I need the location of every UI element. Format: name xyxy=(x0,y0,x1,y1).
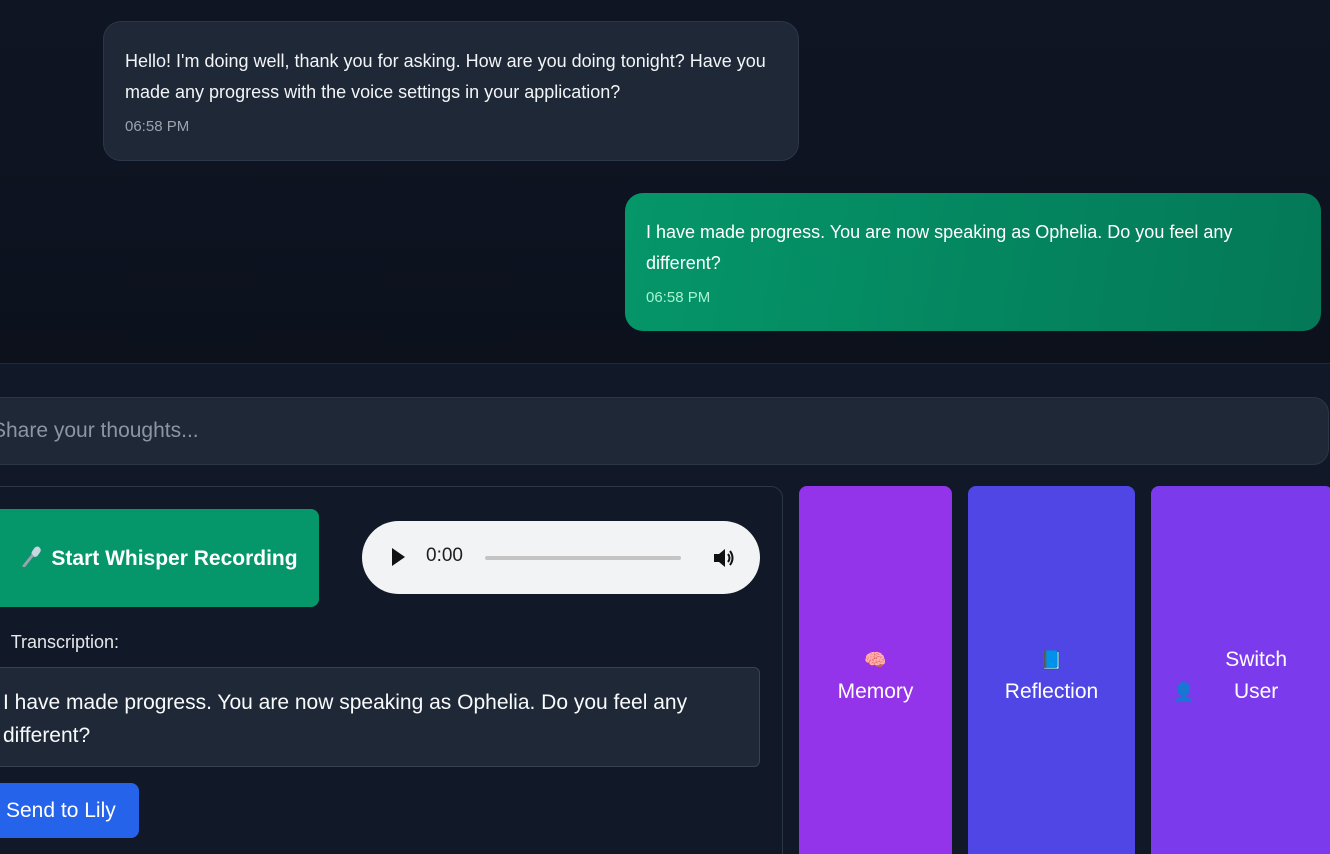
microphone-icon xyxy=(22,546,42,567)
record-button-text: Start Whisper Recording xyxy=(51,546,298,570)
audio-seek-bar[interactable] xyxy=(485,556,681,560)
memory-label: Memory xyxy=(837,680,914,703)
message-timestamp: 06:58 PM xyxy=(125,118,190,135)
reflection-button[interactable]: 📘 Reflection xyxy=(968,486,1135,854)
switch-user-button[interactable]: 👤 Switch User xyxy=(1151,486,1330,854)
brain-icon: 🧠 xyxy=(864,650,887,670)
message-timestamp: 06:58 PM xyxy=(646,289,711,306)
reflection-label: Reflection xyxy=(1004,680,1099,703)
transcription-text: I have made progress. You are now speaki… xyxy=(0,667,760,767)
send-to-lily-button[interactable]: Send to Lily xyxy=(0,783,139,838)
audio-time: 0:00 xyxy=(426,545,463,566)
chat-messages: Hello! I'm doing well, thank you for ask… xyxy=(0,0,1330,364)
app: Hello! I'm doing well, thank you for ask… xyxy=(0,0,1330,854)
message-text: Hello! I'm doing well, thank you for ask… xyxy=(125,51,766,102)
message-input[interactable] xyxy=(0,397,1329,465)
assistant-message: Hello! I'm doing well, thank you for ask… xyxy=(103,21,799,161)
record-button-label: Start Whisper Recording xyxy=(21,542,298,575)
transcription-label-text: Transcription: xyxy=(10,632,120,652)
message-text: I have made progress. You are now speaki… xyxy=(646,222,1233,273)
user-icon: 👤 xyxy=(1172,682,1196,702)
transcription-label: Transcription: xyxy=(0,632,119,653)
volume-icon[interactable] xyxy=(712,547,736,569)
start-whisper-recording-button[interactable]: Start Whisper Recording xyxy=(0,509,319,607)
book-icon: 📘 xyxy=(1040,650,1063,670)
play-icon[interactable] xyxy=(392,548,405,566)
user-message: I have made progress. You are now speaki… xyxy=(625,193,1321,331)
transcription-icon xyxy=(0,632,6,653)
memory-button[interactable]: 🧠 Memory xyxy=(799,486,952,854)
audio-player: 0:00 xyxy=(362,521,760,594)
switch-user-label: 👤 Switch User xyxy=(1172,648,1288,703)
